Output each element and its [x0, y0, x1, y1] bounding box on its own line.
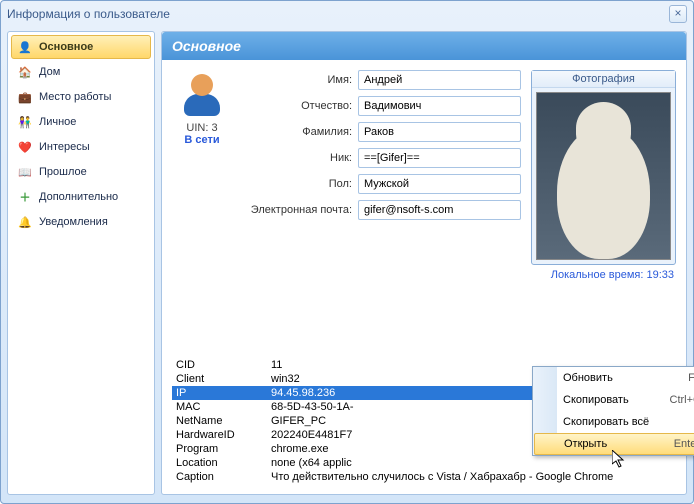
user-photo[interactable]	[536, 92, 671, 260]
person-icon: 👫	[17, 114, 33, 130]
form-column: Имя: Отчество: Фамилия: Ник:	[242, 70, 521, 350]
sidebar-item-past[interactable]: 📖 Прошлое	[11, 160, 151, 184]
uin-label: UIN: 3	[172, 122, 232, 134]
sidebar-item-label: Дополнительно	[39, 191, 118, 203]
main-panel: Основное UIN: 3 В сети	[161, 31, 687, 495]
sidebar-item-label: Уведомления	[39, 216, 108, 228]
sidebar-item-home[interactable]: 🏠 Дом	[11, 60, 151, 84]
email-field[interactable]	[358, 200, 521, 220]
avatar-icon	[178, 70, 226, 118]
window-title: Информация о пользователе	[7, 7, 170, 21]
table-row: CaptionЧто действительно случилось с Vis…	[172, 470, 676, 484]
sidebar-item-label: Место работы	[39, 91, 111, 103]
book-icon: 📖	[17, 164, 33, 180]
sidebar-item-label: Дом	[39, 66, 60, 78]
sidebar-item-label: Прошлое	[39, 166, 87, 178]
menu-item-refresh[interactable]: Обновить F5	[533, 367, 694, 389]
heart-icon: ❤️	[17, 139, 33, 155]
sidebar-item-label: Интересы	[39, 141, 90, 153]
gender-field[interactable]	[358, 174, 521, 194]
menu-item-label: Скопировать всё	[563, 416, 649, 428]
sidebar-item-additional[interactable]: ＋ Дополнительно	[11, 185, 151, 209]
titlebar: Информация о пользователе ×	[1, 1, 693, 27]
nick-field[interactable]	[358, 148, 521, 168]
sidebar-item-label: Личное	[39, 116, 76, 128]
photo-panel: Фотография	[531, 70, 676, 265]
sidebar-item-interests[interactable]: ❤️ Интересы	[11, 135, 151, 159]
menu-item-label: Открыть	[564, 438, 607, 450]
middle-label: Отчество:	[242, 100, 352, 112]
menu-item-label: Скопировать	[563, 394, 629, 406]
sidebar: 👤 Основное 🏠 Дом 💼 Место работы 👫 Личное…	[7, 31, 155, 495]
bell-icon: 🔔	[17, 214, 33, 230]
panel-header: Основное	[162, 32, 686, 60]
name-label: Имя:	[242, 74, 352, 86]
menu-item-open[interactable]: Открыть Enter	[534, 433, 694, 455]
menu-shortcut: Enter	[674, 438, 694, 450]
briefcase-icon: 💼	[17, 89, 33, 105]
close-button[interactable]: ×	[669, 5, 687, 23]
close-icon: ×	[674, 6, 681, 20]
home-icon: 🏠	[17, 64, 33, 80]
middle-field[interactable]	[358, 96, 521, 116]
plus-icon: ＋	[17, 189, 33, 205]
last-field[interactable]	[358, 122, 521, 142]
status-label: В сети	[172, 134, 232, 146]
last-label: Фамилия:	[242, 126, 352, 138]
local-time: Локальное время: 19:33	[531, 269, 676, 281]
menu-shortcut: Ctrl+C	[670, 394, 694, 406]
sidebar-item-personal[interactable]: 👫 Личное	[11, 110, 151, 134]
context-menu: Обновить F5 Скопировать Ctrl+C Скопирова…	[532, 366, 694, 456]
photo-header: Фотография	[532, 71, 675, 88]
menu-item-label: Обновить	[563, 372, 613, 384]
menu-item-copy-all[interactable]: Скопировать всё	[533, 411, 694, 433]
name-field[interactable]	[358, 70, 521, 90]
menu-shortcut: F5	[688, 372, 694, 384]
table-row: Locationnone (x64 applic	[172, 456, 676, 470]
menu-item-copy[interactable]: Скопировать Ctrl+C	[533, 389, 694, 411]
gender-label: Пол:	[242, 178, 352, 190]
user-icon: 👤	[17, 39, 33, 55]
user-info-window: Информация о пользователе × 👤 Основное 🏠…	[0, 0, 694, 504]
sidebar-item-notifications[interactable]: 🔔 Уведомления	[11, 210, 151, 234]
nick-label: Ник:	[242, 152, 352, 164]
sidebar-item-work[interactable]: 💼 Место работы	[11, 85, 151, 109]
sidebar-item-main[interactable]: 👤 Основное	[11, 35, 151, 59]
sidebar-item-label: Основное	[39, 41, 93, 53]
email-label: Электронная почта:	[242, 204, 352, 216]
avatar-column: UIN: 3 В сети	[172, 70, 232, 350]
